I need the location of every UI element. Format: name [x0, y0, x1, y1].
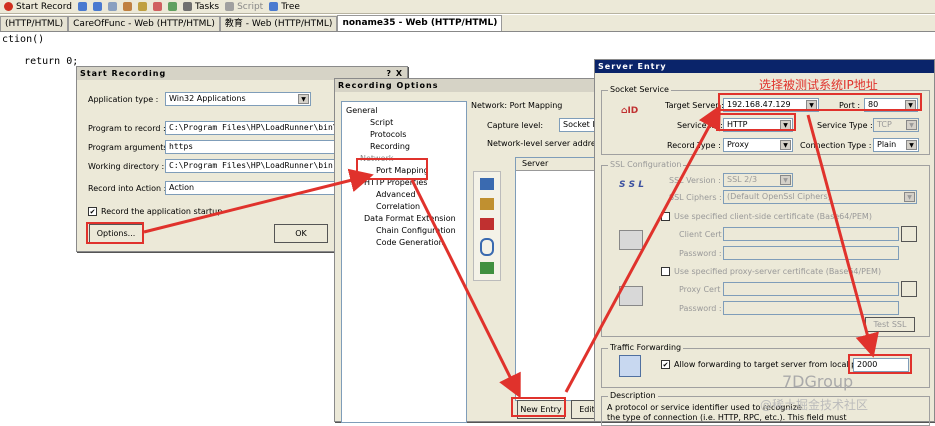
- arrow-new-entry-to-target-server: [564, 104, 721, 393]
- watermark-brand: 7DGroup: [782, 372, 854, 391]
- watermark-sub: @稀土掘金技术社区: [760, 398, 869, 412]
- arrow-options-to-port-mapping: [143, 168, 374, 234]
- annotation-arrows: [143, 104, 879, 399]
- arrow-to-forwarding-port: [806, 114, 879, 358]
- arrow-port-mapping-to-new-entry: [410, 179, 521, 399]
